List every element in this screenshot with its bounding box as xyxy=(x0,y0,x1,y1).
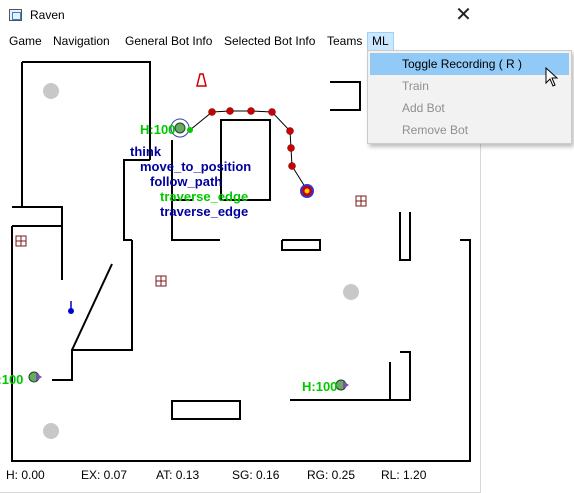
health-pack-icon xyxy=(355,195,367,207)
stat-attack: AT: 0.13 xyxy=(156,468,200,482)
window-title: Raven xyxy=(30,8,65,22)
menu-train[interactable]: Train xyxy=(370,75,569,97)
wall xyxy=(399,212,411,261)
goal-follow-path: follow_path xyxy=(150,174,223,189)
path-target-core xyxy=(304,188,310,194)
goal-think: think xyxy=(130,144,162,159)
path-node xyxy=(288,162,296,170)
spawn-point xyxy=(43,83,59,99)
status-bar: H: 0.00 EX: 0.07 AT: 0.13 SG: 0.16 RG: 0… xyxy=(0,464,480,493)
goal-move-to-position: move_to_position xyxy=(140,159,252,174)
stat-explore: EX: 0.07 xyxy=(81,468,128,482)
wall xyxy=(11,226,471,462)
menu-game[interactable]: Game xyxy=(5,32,46,51)
menu-bar: Game Navigation General Bot Info Selecte… xyxy=(0,31,481,51)
health-pack-icon xyxy=(15,235,27,247)
close-button[interactable]: ✕ xyxy=(446,0,481,31)
bot-heading-icon xyxy=(343,381,349,389)
wall xyxy=(281,239,321,251)
goal-traverse-edge: traverse_edge xyxy=(160,204,249,219)
left-bot-health: H:100 xyxy=(0,372,24,387)
menu-toggle-recording[interactable]: Toggle Recording ( R ) xyxy=(370,53,569,75)
menu-general-bot-info[interactable]: General Bot Info xyxy=(121,32,216,51)
menu-remove-bot[interactable]: Remove Bot xyxy=(370,119,569,141)
menu-add-bot[interactable]: Add Bot xyxy=(370,97,569,119)
stat-railgun: RL: 1.20 xyxy=(381,468,427,482)
app-window-icon xyxy=(9,9,22,21)
path-node xyxy=(226,107,234,115)
health-pack-icon xyxy=(155,275,167,287)
spawn-point xyxy=(43,423,59,439)
wall-block xyxy=(171,400,241,420)
weapon-pickup-icon xyxy=(196,73,207,87)
rocket-pickup-icon xyxy=(68,301,74,314)
wall xyxy=(389,351,411,401)
wall xyxy=(52,240,133,381)
bot-right xyxy=(335,379,349,391)
title-bar[interactable]: Raven ✕ xyxy=(0,0,481,31)
path-node xyxy=(287,144,295,152)
path-node xyxy=(247,107,255,115)
bot-heading-icon xyxy=(36,373,42,381)
stat-shotgun: SG: 0.16 xyxy=(232,468,280,482)
menu-navigation[interactable]: Navigation xyxy=(49,32,114,51)
selected-bot-health: H:100 xyxy=(140,122,176,137)
bot-left xyxy=(28,371,42,383)
path-node xyxy=(208,108,216,116)
wall xyxy=(330,81,361,111)
path-node xyxy=(268,108,276,116)
stat-rocket: RG: 0.25 xyxy=(307,468,356,482)
right-bot-health: H:100 xyxy=(302,379,338,394)
ml-dropdown-menu: Toggle Recording ( R ) Train Add Bot Rem… xyxy=(367,50,572,144)
wall xyxy=(12,206,63,227)
menu-teams[interactable]: Teams xyxy=(323,32,366,51)
mouse-cursor-icon xyxy=(545,67,559,87)
goal-traverse-edge-active: traverse_edge xyxy=(160,189,249,204)
wall-diagonal xyxy=(71,263,113,351)
stat-health: H: 0.00 xyxy=(6,468,45,482)
menu-selected-bot-info[interactable]: Selected Bot Info xyxy=(220,32,319,51)
path-node xyxy=(286,127,294,135)
menu-ml[interactable]: ML xyxy=(367,32,394,51)
spawn-point xyxy=(343,284,359,300)
bot-weapon-icon xyxy=(187,127,193,133)
bot-icon xyxy=(174,122,186,134)
